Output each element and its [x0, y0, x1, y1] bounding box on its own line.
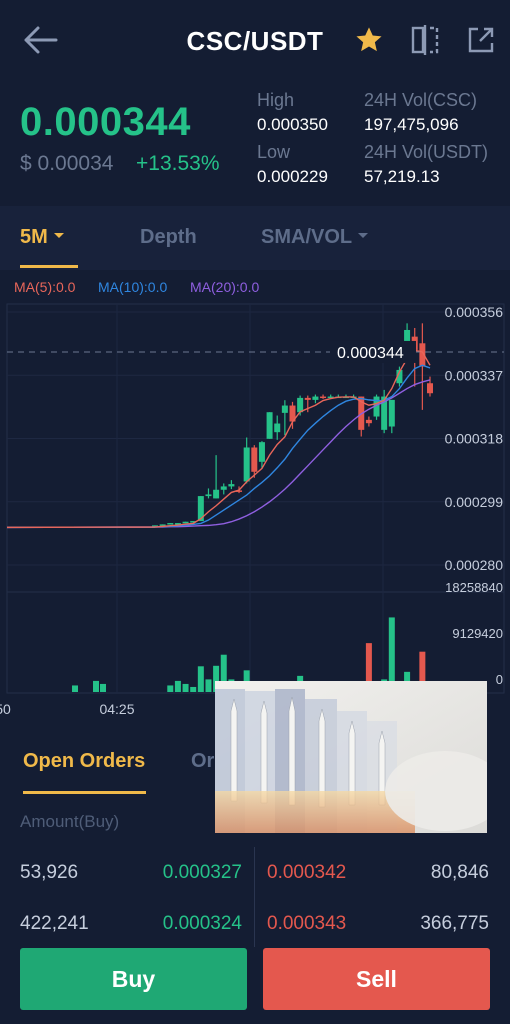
candle-body [258, 442, 265, 462]
candle-body [274, 423, 281, 433]
candle-body [220, 486, 227, 490]
ma5-label: MA(5):0.0 [14, 279, 76, 295]
ma20-line [6, 379, 431, 529]
candle-body [281, 405, 288, 413]
price-tick-label: 0.000318 [445, 431, 504, 447]
axis-labels: 0.000356 0.000337 0.000318 0.000299 0.000280… [0, 304, 503, 717]
low-label: Low [257, 142, 291, 162]
volume-bar [167, 685, 174, 692]
price-tick-label: 0.000356 [445, 304, 504, 320]
volume-bar [182, 683, 189, 692]
tab-indicator[interactable]: SMA/VOL [261, 226, 369, 249]
current-price-marker: 0.000344 [7, 340, 504, 363]
vol-csc-value: 197,475,096 [364, 115, 459, 134]
tab-depth[interactable]: Depth [140, 226, 197, 249]
ma20-label: MA(20):0.0 [190, 279, 260, 295]
orders-tab-indicator [23, 791, 146, 794]
time-tick-label: 04:25 [99, 701, 134, 717]
buy-button[interactable]: Buy [20, 948, 247, 1010]
sell-price: 0.000343 [267, 913, 347, 934]
volume-bar [93, 680, 99, 692]
low-value: 0.000229 [257, 167, 328, 186]
buy-price: 0.000327 [162, 862, 242, 883]
caret-down-icon [358, 233, 369, 239]
share-icon[interactable] [464, 23, 498, 57]
buy-price: 0.000324 [162, 913, 242, 934]
tab-other[interactable]: Or [191, 750, 214, 773]
buy-amount: 53,926 [20, 862, 79, 883]
volume-bar [190, 686, 197, 692]
candle-body [320, 396, 327, 399]
candle-body [228, 484, 235, 487]
sell-amount: 80,846 [430, 862, 489, 883]
vol-usdt-label: 24H Vol(USDT) [364, 142, 489, 162]
candle-body [304, 397, 311, 400]
star-icon[interactable] [353, 24, 385, 56]
high-value: 0.000350 [257, 115, 328, 134]
tab-indicator-label: SMA/VOL [261, 226, 353, 248]
candle-body [167, 523, 174, 525]
candle-body [365, 419, 372, 424]
candle-body [266, 412, 273, 439]
candle-body [213, 489, 220, 499]
volume-bar [100, 683, 106, 692]
ma10-label: MA(10):0.0 [98, 279, 168, 295]
sell-amount: 366,775 [420, 913, 489, 934]
split-view-icon[interactable] [408, 23, 442, 57]
caret-down-icon [53, 233, 64, 239]
sell-price: 0.000342 [267, 862, 347, 883]
tab-open-orders[interactable]: Open Orders [23, 750, 145, 773]
candle-body [205, 494, 212, 497]
amount-buy-header: Amount(Buy) [20, 812, 120, 831]
price-change: +13.53% [136, 152, 220, 175]
chart-grid [6, 303, 505, 694]
chart-frame [6, 303, 505, 694]
video-overlay[interactable] [215, 681, 487, 833]
volume-tick-label: 9129420 [452, 626, 503, 641]
candle-body [388, 399, 395, 427]
price-tick-label: 0.000337 [445, 367, 504, 383]
candle-body [312, 396, 319, 400]
last-price: 0.000344 [20, 100, 191, 144]
buy-amount: 422,241 [20, 913, 89, 934]
candle-body [182, 521, 189, 524]
volume-bar [174, 680, 181, 692]
volume-tick-label: 0 [496, 672, 503, 687]
vol-csc-label: 24H Vol(CSC) [364, 90, 478, 110]
volume-bar [72, 685, 78, 692]
candlestick-chart[interactable]: 0.000356 0.000337 0.000318 0.000299 0.000280… [0, 300, 510, 720]
volume-tick-label: 18258840 [445, 580, 503, 595]
tab-interval[interactable]: 5M [20, 226, 64, 249]
chart-tabs [0, 206, 510, 270]
price-tick-label: 0.000280 [445, 557, 504, 573]
tab-interval-label: 5M [20, 226, 48, 248]
high-label: High [257, 90, 295, 110]
candle-body [251, 447, 258, 472]
candle-body [427, 383, 433, 394]
candle-body [297, 397, 304, 413]
candle-body [243, 447, 250, 482]
vol-usdt-value: 57,219.13 [364, 167, 440, 186]
orderbook-divider [254, 847, 255, 947]
price-tick-label: 0.000299 [445, 494, 504, 510]
volume-bar [197, 666, 204, 692]
tab-active-indicator [20, 265, 78, 268]
price-usd: $ 0.00034 [20, 152, 114, 175]
top-bar: CSC/USDT [0, 0, 510, 80]
current-price-label: 0.000344 [337, 345, 404, 362]
time-tick-label: 50 [0, 701, 11, 717]
sell-button[interactable]: Sell [263, 948, 490, 1010]
volume-bar [205, 679, 212, 692]
